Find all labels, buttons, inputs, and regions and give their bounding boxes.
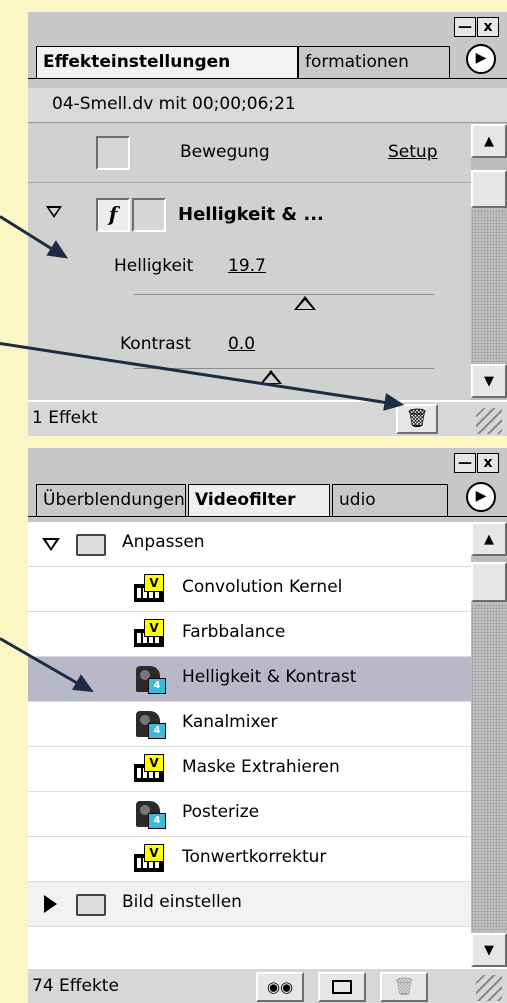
- filter-item[interactable]: V Farbbalance: [28, 612, 471, 657]
- collapsed-triangle-icon[interactable]: [44, 895, 57, 913]
- tab-transitions[interactable]: Überblendungen: [36, 484, 186, 516]
- brightness-slider-track[interactable]: [134, 294, 434, 295]
- scroll-track: [471, 210, 507, 364]
- folder-row-closed[interactable]: Bild einstellen: [28, 882, 471, 927]
- filter-item[interactable]: 4 Kanalmixer: [28, 702, 471, 747]
- scroll-down-icon: ▼: [484, 943, 494, 958]
- scroll-down-icon: ▼: [484, 374, 494, 389]
- filter-scrollbar[interactable]: ▲ ▼: [471, 522, 507, 967]
- brightness-label: Helligkeit: [114, 256, 194, 276]
- contrast-label: Kontrast: [120, 334, 192, 354]
- tab-videofilter[interactable]: Videofilter: [188, 484, 330, 516]
- scroll-thumb[interactable]: [471, 170, 507, 208]
- scroll-thumb[interactable]: [471, 562, 507, 602]
- effect-settings-panel: — x Effekteinstellungen formationen ▶ 04…: [28, 12, 507, 436]
- folder-icon: [76, 534, 106, 556]
- folder-icon: [76, 894, 106, 916]
- minimize-button[interactable]: —: [454, 17, 476, 37]
- filter-item[interactable]: V Tonwertkorrektur: [28, 837, 471, 882]
- tab-info[interactable]: formationen: [298, 46, 450, 78]
- effect-count: 1 Effekt: [32, 408, 98, 428]
- motion-label: Bewegung: [180, 142, 270, 162]
- filter-item-label: Convolution Kernel: [182, 577, 343, 597]
- filter-item[interactable]: V Maske Extrahieren: [28, 747, 471, 792]
- filter-item[interactable]: 4 Helligkeit & Kontrast: [28, 657, 471, 702]
- expanded-triangle-inner: [46, 540, 56, 548]
- filter-list: Anpassen V Convolution Kernel V Farbbalance…: [28, 522, 471, 967]
- play-right-icon: ▶: [475, 488, 487, 504]
- tab-bar: Effekteinstellungen formationen ▶: [28, 40, 507, 79]
- filter-item-label: Maske Extrahieren: [182, 757, 340, 777]
- folder-label: Bild einstellen: [122, 892, 242, 912]
- find-button[interactable]: ◉◉: [256, 972, 304, 1002]
- binoculars-icon: ◉◉: [266, 978, 294, 996]
- tab-audio[interactable]: udio: [332, 484, 448, 516]
- v-filter-icon: V: [132, 754, 168, 784]
- folder-icon: [332, 980, 352, 994]
- scroll-down-button[interactable]: ▼: [471, 364, 507, 398]
- play-right-icon: ▶: [475, 50, 487, 66]
- contrast-value[interactable]: 0.0: [228, 334, 255, 354]
- filter-count: 74 Effekte: [32, 976, 119, 996]
- panel-menu-button[interactable]: ▶: [466, 44, 496, 74]
- panel-menu-button[interactable]: ▶: [466, 482, 496, 512]
- filter-item-label: Farbbalance: [182, 622, 286, 642]
- resize-grip-icon[interactable]: [476, 408, 502, 434]
- scroll-up-button[interactable]: ▲: [471, 124, 507, 158]
- collapse-triangle-inner: [49, 208, 59, 215]
- brightness-slider-thumb-fill: [297, 300, 313, 309]
- motion-enable-checkbox[interactable]: [96, 136, 130, 170]
- scroll-track: [471, 604, 507, 931]
- scroll-up-icon: ▲: [484, 134, 494, 149]
- filter-item[interactable]: V Convolution Kernel: [28, 567, 471, 612]
- filter-item-label: Helligkeit & Kontrast: [182, 667, 357, 687]
- effect-header: f Helligkeit & ...: [28, 184, 471, 244]
- v-filter-icon: V: [132, 619, 168, 649]
- brightness-value[interactable]: 19.7: [228, 256, 266, 276]
- effect-title: Helligkeit & ...: [178, 204, 324, 225]
- function-toggle[interactable]: f: [96, 198, 130, 232]
- filter-item-label: Posterize: [182, 802, 260, 822]
- effects-scrollbar[interactable]: ▲ ▼: [471, 124, 507, 400]
- filter-item-label: Kanalmixer: [182, 712, 278, 732]
- close-button[interactable]: x: [477, 17, 499, 37]
- folder-row-open[interactable]: Anpassen: [28, 522, 471, 567]
- motion-row: Bewegung Setup: [28, 124, 471, 183]
- close-button[interactable]: x: [477, 453, 499, 473]
- scroll-up-icon: ▲: [484, 532, 494, 547]
- ae-filter-icon: 4: [132, 664, 168, 694]
- filter-item-label: Tonwertkorrektur: [182, 847, 327, 867]
- folder-label: Anpassen: [122, 532, 205, 552]
- clip-info-bar: 04-Smell.dv mit 00;00;06;21: [28, 88, 507, 123]
- setup-link[interactable]: Setup: [388, 142, 437, 162]
- filter-item[interactable]: 4 Posterize: [28, 792, 471, 837]
- resize-grip-icon[interactable]: [476, 975, 502, 1001]
- filter-status-bar: 74 Effekte ◉◉ 🗑: [28, 967, 507, 1003]
- scroll-up-button[interactable]: ▲: [471, 522, 507, 556]
- trash-icon: 🗑: [393, 977, 415, 997]
- ae-filter-icon: 4: [132, 799, 168, 829]
- v-filter-icon: V: [132, 844, 168, 874]
- scroll-down-button[interactable]: ▼: [471, 933, 507, 967]
- clip-info-text: 04-Smell.dv mit 00;00;06;21: [52, 94, 296, 114]
- effect-enable-checkbox[interactable]: [132, 198, 166, 232]
- v-filter-icon: V: [132, 574, 168, 604]
- new-folder-button[interactable]: [318, 972, 366, 1002]
- delete-button[interactable]: 🗑: [380, 972, 428, 1002]
- video-filter-panel: — x Überblendungen Videofilter udio ▶ An…: [28, 448, 507, 1003]
- tab-bar: Überblendungen Videofilter udio ▶: [28, 476, 507, 517]
- trash-icon: 🗑: [405, 408, 429, 429]
- function-icon: f: [108, 202, 118, 226]
- tab-effect-settings[interactable]: Effekteinstellungen: [36, 46, 298, 78]
- effect-status-bar: 1 Effekt 🗑: [28, 400, 507, 436]
- ae-filter-icon: 4: [132, 709, 168, 739]
- minimize-button[interactable]: —: [454, 453, 476, 473]
